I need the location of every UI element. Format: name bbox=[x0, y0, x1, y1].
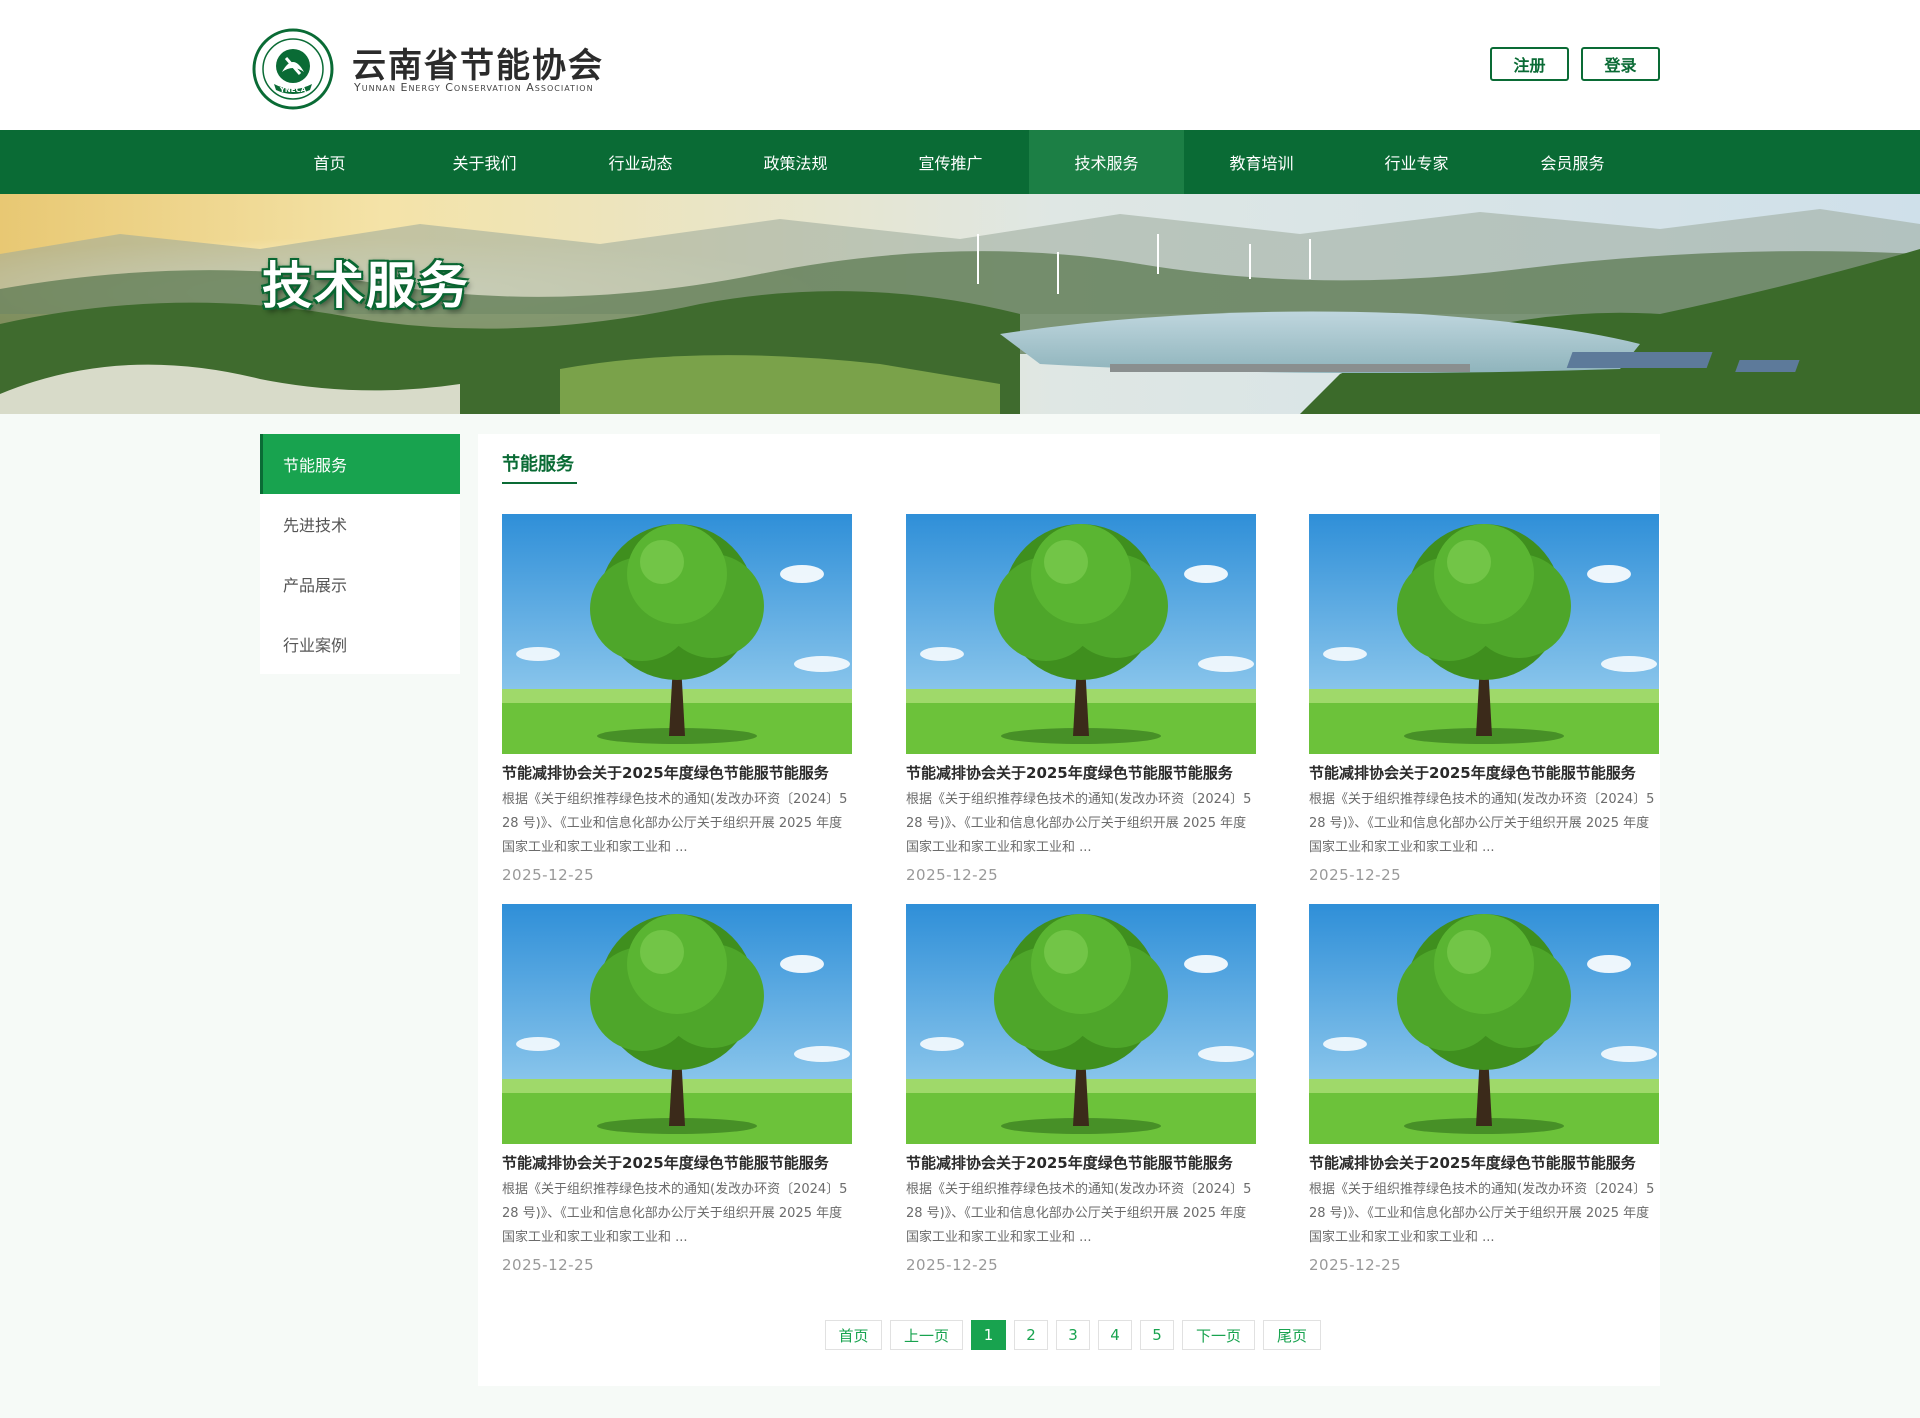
tree-photo bbox=[502, 904, 852, 1144]
article-date: 2025-12-25 bbox=[502, 1256, 595, 1274]
article-title[interactable]: 节能减排协会关于2025年度绿色节能服节能服务 bbox=[502, 762, 852, 783]
tree-photo bbox=[906, 514, 1256, 754]
login-button[interactable]: 登录 bbox=[1581, 47, 1660, 81]
tree-photo bbox=[1309, 514, 1659, 754]
pager-first[interactable]: 首页 bbox=[825, 1320, 882, 1350]
section-title-underline bbox=[502, 482, 577, 484]
pager-last[interactable]: 尾页 bbox=[1263, 1320, 1321, 1350]
nav-item-policy[interactable]: 政策法规 bbox=[718, 130, 873, 194]
association-logo-icon[interactable]: YNECA bbox=[252, 28, 334, 110]
article-summary: 根据《关于组织推荐绿色技术的通知(发改办环资〔2024〕528 号)》、《工业和… bbox=[502, 1182, 848, 1245]
pager-page-5[interactable]: 5 bbox=[1140, 1320, 1174, 1350]
article-date: 2025-12-25 bbox=[906, 1256, 999, 1274]
section-title: 节能服务 bbox=[502, 454, 574, 475]
site-title: 云南省节能协会 bbox=[352, 46, 604, 86]
nav-item-industry-news[interactable]: 行业动态 bbox=[563, 130, 718, 194]
tree-photo bbox=[906, 904, 1256, 1144]
article-title[interactable]: 节能减排协会关于2025年度绿色节能服节能服务 bbox=[502, 1152, 852, 1173]
nav-item-about[interactable]: 关于我们 bbox=[407, 130, 562, 194]
page-banner: 技术服务 bbox=[0, 194, 1920, 414]
article-title[interactable]: 节能减排协会关于2025年度绿色节能服节能服务 bbox=[1309, 762, 1659, 783]
nav-item-member[interactable]: 会员服务 bbox=[1495, 130, 1650, 194]
sidebar-item-cases[interactable]: 行业案例 bbox=[260, 614, 460, 674]
article-date: 2025-12-25 bbox=[1309, 1256, 1402, 1274]
article-thumbnail[interactable] bbox=[502, 514, 852, 754]
pager-page-3[interactable]: 3 bbox=[1056, 1320, 1090, 1350]
tree-photo bbox=[502, 514, 852, 754]
sidebar: 节能服务 先进技术 产品展示 行业案例 bbox=[260, 434, 460, 674]
article-card[interactable]: 节能减排协会关于2025年度绿色节能服节能服务根据《关于组织推荐绿色技术的通知(… bbox=[502, 904, 852, 1284]
article-date: 2025-12-25 bbox=[906, 866, 999, 884]
register-button[interactable]: 注册 bbox=[1490, 47, 1569, 81]
tree-photo bbox=[1309, 904, 1659, 1144]
article-date: 2025-12-25 bbox=[502, 866, 595, 884]
article-title[interactable]: 节能减排协会关于2025年度绿色节能服节能服务 bbox=[906, 762, 1256, 783]
article-card[interactable]: 节能减排协会关于2025年度绿色节能服节能服务根据《关于组织推荐绿色技术的通知(… bbox=[1309, 514, 1659, 894]
article-thumbnail[interactable] bbox=[1309, 904, 1659, 1144]
article-summary: 根据《关于组织推荐绿色技术的通知(发改办环资〔2024〕528 号)》、《工业和… bbox=[1309, 1182, 1655, 1245]
article-card[interactable]: 节能减排协会关于2025年度绿色节能服节能服务根据《关于组织推荐绿色技术的通知(… bbox=[906, 514, 1256, 894]
pager-page-1[interactable]: 1 bbox=[971, 1320, 1006, 1350]
nav-item-promotion[interactable]: 宣传推广 bbox=[873, 130, 1028, 194]
article-summary: 根据《关于组织推荐绿色技术的通知(发改办环资〔2024〕528 号)》、《工业和… bbox=[502, 792, 848, 855]
nav-item-tech-service[interactable]: 技术服务 bbox=[1029, 130, 1184, 194]
nav-item-home[interactable]: 首页 bbox=[252, 130, 407, 194]
nav-item-training[interactable]: 教育培训 bbox=[1184, 130, 1339, 194]
article-card[interactable]: 节能减排协会关于2025年度绿色节能服节能服务根据《关于组织推荐绿色技术的通知(… bbox=[1309, 904, 1659, 1284]
pager-next[interactable]: 下一页 bbox=[1182, 1320, 1255, 1350]
nav-item-experts[interactable]: 行业专家 bbox=[1339, 130, 1494, 194]
article-summary: 根据《关于组织推荐绿色技术的通知(发改办环资〔2024〕528 号)》、《工业和… bbox=[906, 1182, 1252, 1245]
article-summary: 根据《关于组织推荐绿色技术的通知(发改办环资〔2024〕528 号)》、《工业和… bbox=[1309, 792, 1655, 855]
sidebar-item-products[interactable]: 产品展示 bbox=[260, 554, 460, 614]
article-title[interactable]: 节能减排协会关于2025年度绿色节能服节能服务 bbox=[1309, 1152, 1659, 1173]
article-thumbnail[interactable] bbox=[906, 904, 1256, 1144]
svg-text:YNECA: YNECA bbox=[279, 86, 307, 94]
site-subtitle: Yunnan Energy Conservation Association bbox=[354, 81, 594, 94]
pager-prev[interactable]: 上一页 bbox=[890, 1320, 963, 1350]
sidebar-item-advanced-tech[interactable]: 先进技术 bbox=[260, 494, 460, 554]
article-summary: 根据《关于组织推荐绿色技术的通知(发改办环资〔2024〕528 号)》、《工业和… bbox=[906, 792, 1252, 855]
article-thumbnail[interactable] bbox=[906, 514, 1256, 754]
sidebar-item-energy-service[interactable]: 节能服务 bbox=[260, 434, 460, 494]
banner-title: 技术服务 bbox=[262, 257, 470, 315]
article-date: 2025-12-25 bbox=[1309, 866, 1402, 884]
article-card[interactable]: 节能减排协会关于2025年度绿色节能服节能服务根据《关于组织推荐绿色技术的通知(… bbox=[906, 904, 1256, 1284]
article-thumbnail[interactable] bbox=[1309, 514, 1659, 754]
pager-page-4[interactable]: 4 bbox=[1098, 1320, 1132, 1350]
article-card[interactable]: 节能减排协会关于2025年度绿色节能服节能服务根据《关于组织推荐绿色技术的通知(… bbox=[502, 514, 852, 894]
article-title[interactable]: 节能减排协会关于2025年度绿色节能服节能服务 bbox=[906, 1152, 1256, 1173]
site-header: YNECA 云南省节能协会 Yunnan Energy Conservation… bbox=[0, 0, 1920, 130]
pager-page-2[interactable]: 2 bbox=[1014, 1320, 1048, 1350]
article-thumbnail[interactable] bbox=[502, 904, 852, 1144]
main-nav: 首页 关于我们 行业动态 政策法规 宣传推广 技术服务 教育培训 行业专家 会员… bbox=[0, 130, 1920, 194]
